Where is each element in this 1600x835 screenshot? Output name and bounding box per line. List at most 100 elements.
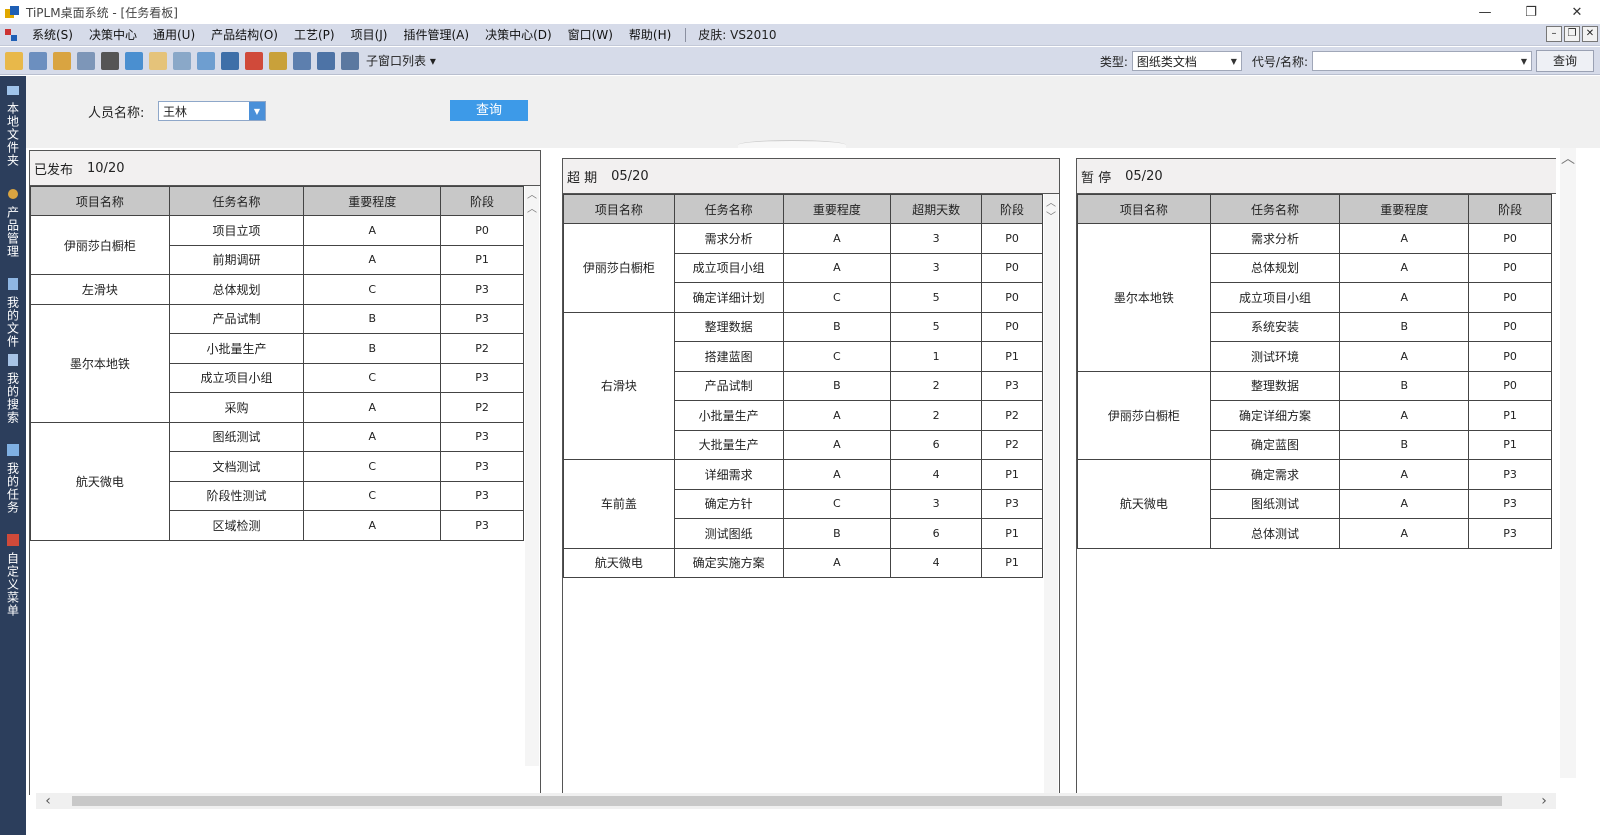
person-name-select[interactable]: 王林 ▼ [158,101,266,121]
task-name-cell: 需求分析 [1209,223,1341,254]
window-icon[interactable] [293,51,311,70]
scroll-up-icon[interactable]: ︿ [1044,194,1058,209]
chevron-down-icon[interactable]: ▼ [249,102,265,120]
column-header[interactable]: 重要程度 [1339,194,1470,224]
table-row[interactable]: 左滑块 总体规划 C P3 [30,274,524,305]
vertical-scrollbar[interactable]: ︿ ﹀ [1044,194,1058,794]
table-row[interactable]: 车前盖 详细需求 A 4 P1 [563,459,1043,549]
menu-process[interactable]: 工艺(P) [286,26,343,43]
toolbar-query-button[interactable]: 查询 [1536,50,1594,72]
table-icon[interactable] [341,51,359,70]
restore-button[interactable]: ❐ [1508,0,1554,24]
sidebar-item-local-folder[interactable]: 本地文件夹 [0,82,26,167]
search-doc-icon[interactable] [173,51,191,70]
task-table: 项目名称 任务名称 重要程度 阶段 墨尔本地铁 需求分析 A P0 总体规划 A P0 成立项目小组 A… [1077,194,1552,549]
column-header[interactable]: 项目名称 [1077,194,1211,224]
overdue-days-cell: 1 [890,341,983,372]
task-name-cell: 图纸测试 [168,421,305,452]
type-select[interactable]: 图纸类文档 ▼ [1131,51,1242,71]
column-header[interactable]: 项目名称 [563,194,675,224]
open-folder-icon[interactable] [5,51,23,70]
page-vertical-scrollbar[interactable]: ︿ [1560,148,1576,778]
menu-window[interactable]: 窗口(W) [560,26,621,43]
stage-cell: P0 [1468,341,1552,372]
table-row[interactable]: 伊丽莎白橱柜 项目立项 A P0 [30,215,524,275]
column-header[interactable]: 任务名称 [673,194,784,224]
priority-cell: C [782,341,892,372]
task-name-cell: 产品试制 [673,370,784,401]
column-header[interactable]: 任务名称 [168,186,305,216]
sidebar-item-my-tasks[interactable]: 我的任务 [0,442,26,514]
column-header[interactable]: 阶段 [1468,194,1552,224]
column-header[interactable]: 超期天数 [890,194,983,224]
column-header[interactable]: 重要程度 [782,194,892,224]
menu-project[interactable]: 项目(J) [343,26,396,43]
project-name-cell: 墨尔本地铁 [30,303,170,423]
column-header[interactable]: 项目名称 [30,186,170,216]
toolbar: 子窗口列表 ▾ 类型: 图纸类文档 ▼ 代号/名称: ▼ 查询 [0,47,1600,75]
table-row[interactable]: 伊丽莎白橱柜 需求分析 A 3 P0 [563,223,1043,313]
mdi-restore-button[interactable]: ❐ [1564,26,1580,42]
calendar-icon[interactable] [317,51,335,70]
menu-system[interactable]: 系统(S) [24,26,81,43]
task-name-cell: 搭建蓝图 [673,341,784,372]
list-icon[interactable] [77,51,95,70]
menu-general[interactable]: 通用(U) [145,26,203,43]
sidebar-item-label: 我的搜索 [5,372,20,424]
horizontal-scrollbar[interactable]: ‹ › [36,793,1556,809]
menu-product-structure[interactable]: 产品结构(O) [203,26,286,43]
skin-label[interactable]: 皮肤: VS2010 [692,26,782,43]
menu-decision-center[interactable]: 决策中心(D) [477,26,560,43]
project-name-cell: 航天微电 [1077,459,1211,549]
scroll-left-icon[interactable]: ‹ [40,793,56,809]
table-row[interactable]: 航天微电 确定需求 A P3 [1077,459,1552,549]
scroll-right-icon[interactable]: › [1536,793,1552,809]
column-header[interactable]: 阶段 [981,194,1043,224]
code-icon[interactable] [125,51,143,70]
mdi-minimize-button[interactable]: – [1546,26,1562,42]
chart-icon[interactable] [269,51,287,70]
menu-help[interactable]: 帮助(H) [621,26,679,43]
priority-cell: B [303,303,442,334]
system-menu-icon[interactable] [4,28,18,42]
column-header[interactable]: 任务名称 [1209,194,1341,224]
table-row[interactable]: 伊丽莎白橱柜 整理数据 B P0 [1077,370,1552,460]
column-header[interactable]: 阶段 [440,186,524,216]
computer-icon[interactable] [29,51,47,70]
table-row[interactable]: 墨尔本地铁 产品试制 B P3 [30,303,524,423]
scrollbar-thumb[interactable] [72,796,1502,806]
grid-icon[interactable] [197,51,215,70]
sidebar-item-my-files[interactable]: 我的文件 [0,276,26,348]
sidebar-item-custom-menu[interactable]: 自定义菜单 [0,532,26,617]
minimize-button[interactable]: — [1462,0,1508,24]
table-row[interactable]: 右滑块 整理数据 B 5 P0 [563,311,1043,460]
scroll-up-icon[interactable]: ︿ [525,186,539,201]
task-table: 项目名称 任务名称 重要程度 超期天数 阶段 伊丽莎白橱柜 需求分析 A 3 P0 成立项目小组 A 3… [563,194,1043,578]
sidebar-item-my-search[interactable]: 我的搜索 [0,352,26,424]
vertical-scrollbar[interactable]: ︿ ︿ [525,186,539,766]
search-button[interactable]: 查询 [450,100,528,121]
sidebar-item-product-management[interactable]: 产品管理 [0,186,26,258]
table-row[interactable]: 航天微电 图纸测试 A P3 [30,421,524,541]
report-icon[interactable] [245,51,263,70]
filter-bar: 人员名称: 王林 ▼ 查询 [26,76,1600,150]
monitor-icon[interactable] [221,51,239,70]
tools-icon[interactable] [101,51,119,70]
subwindow-list-button[interactable]: 子窗口列表 ▾ [366,52,436,69]
scroll-up-icon[interactable]: ︿ [1560,148,1576,167]
code-name-input[interactable]: ▼ [1312,51,1532,71]
person-name-label: 人员名称: [88,106,145,121]
menu-decision[interactable]: 决策中心 [81,26,145,43]
mdi-close-button[interactable]: ✕ [1582,26,1598,42]
stage-cell: P3 [440,480,524,511]
settings-icon[interactable] [53,51,71,70]
table-row[interactable]: 航天微电 确定实施方案 A 4 P1 [563,547,1043,578]
scroll-up-icon[interactable]: ︿ [525,200,539,215]
table-row[interactable]: 墨尔本地铁 需求分析 A P0 [1077,223,1552,372]
stage-cell: P0 [981,282,1043,313]
scroll-down-icon[interactable]: ﹀ [1044,208,1058,223]
column-header[interactable]: 重要程度 [303,186,442,216]
close-button[interactable]: ✕ [1554,0,1600,24]
document-icon[interactable] [149,51,167,70]
menu-plugins[interactable]: 插件管理(A) [395,26,477,43]
